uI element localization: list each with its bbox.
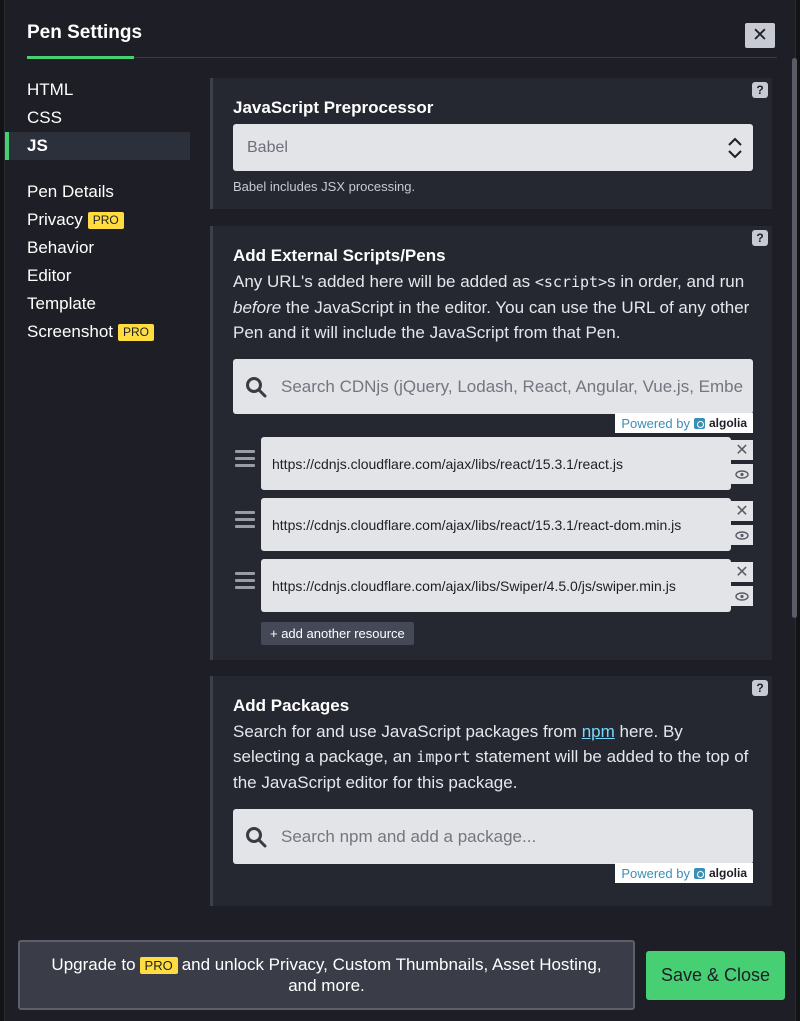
npm-search: Powered by algolia	[233, 809, 753, 883]
resource-row: ✕	[213, 559, 753, 612]
help-icon[interactable]: ?	[752, 82, 768, 98]
cdnjs-search: Powered by algolia	[233, 359, 753, 433]
pro-badge: PRO	[87, 211, 124, 229]
settings-content: ? JavaScript Preprocessor Babel Babel in…	[210, 78, 778, 918]
header-divider	[134, 57, 777, 58]
close-icon: ✕	[752, 25, 768, 46]
pro-badge: PRO	[118, 323, 155, 341]
eye-icon	[735, 469, 749, 479]
drag-handle-icon[interactable]	[235, 511, 255, 529]
close-button[interactable]: ✕	[745, 23, 775, 48]
resource-url-input[interactable]	[261, 498, 731, 551]
modal-header: Pen Settings ✕	[5, 0, 797, 62]
upgrade-text: Upgrade to PRO and unlock Privacy, Custom …	[51, 955, 602, 995]
algolia-icon	[693, 867, 705, 879]
remove-resource-button[interactable]: ✕	[731, 501, 753, 521]
search-icon	[246, 827, 267, 848]
sidebar-item-js[interactable]: JS	[5, 132, 190, 160]
powered-by-algolia[interactable]: Powered by algolia	[615, 413, 753, 433]
sidebar-item-label: HTML	[27, 80, 74, 99]
sidebar-item-html[interactable]: HTML	[5, 76, 190, 104]
settings-sidebar: HTML CSS JS Pen Details Privacy PRO Beha…	[5, 76, 190, 346]
search-icon	[246, 377, 267, 398]
help-icon[interactable]: ?	[752, 230, 768, 246]
view-resource-button[interactable]	[731, 525, 753, 545]
sidebar-item-label: Screenshot	[27, 322, 113, 341]
preprocessor-title: JavaScript Preprocessor	[233, 98, 434, 117]
external-scripts-title: Add External Scripts/Pens	[233, 246, 446, 265]
pen-settings-modal: Pen Settings ✕ HTML CSS JS Pen Details P…	[4, 0, 797, 1021]
view-resource-button[interactable]	[731, 464, 753, 484]
remove-resource-button[interactable]: ✕	[731, 440, 753, 460]
remove-resource-button[interactable]: ✕	[731, 562, 753, 582]
view-resource-button[interactable]	[731, 586, 753, 606]
external-scripts-panel: ? Add External Scripts/Pens Any URL's ad…	[210, 226, 772, 660]
drag-handle-icon[interactable]	[235, 450, 255, 468]
npm-link[interactable]: npm	[582, 722, 615, 741]
sidebar-item-pen-details[interactable]: Pen Details	[5, 178, 190, 206]
sidebar-item-label: Privacy	[27, 210, 83, 229]
preprocessor-select[interactable]: Babel	[233, 124, 753, 171]
powered-by-algolia[interactable]: Powered by algolia	[615, 863, 753, 883]
eye-icon	[735, 530, 749, 540]
sidebar-item-css[interactable]: CSS	[5, 104, 190, 132]
upgrade-pro-button[interactable]: Upgrade to PRO and unlock Privacy, Custom …	[18, 940, 635, 1010]
sidebar-item-privacy[interactable]: Privacy PRO	[5, 206, 190, 234]
external-scripts-description: Any URL's added here will be added as <s…	[233, 272, 750, 342]
title-underline	[27, 56, 134, 59]
sidebar-item-label: JS	[27, 136, 48, 155]
select-arrows-icon	[728, 137, 742, 159]
drag-handle-icon[interactable]	[235, 572, 255, 590]
close-icon: ✕	[735, 503, 749, 520]
npm-search-input[interactable]	[281, 809, 743, 864]
sidebar-item-label: Template	[27, 294, 96, 313]
preprocessor-selected-value: Babel	[247, 138, 288, 156]
packages-description: Search for and use JavaScript packages f…	[233, 722, 749, 792]
resource-url-input[interactable]	[261, 437, 731, 490]
packages-panel: ? Add Packages Search for and use JavaSc…	[210, 676, 772, 906]
packages-title: Add Packages	[233, 696, 350, 715]
sidebar-item-label: CSS	[27, 108, 62, 127]
resource-url-input[interactable]	[261, 559, 731, 612]
help-icon[interactable]: ?	[752, 680, 768, 696]
eye-icon	[735, 591, 749, 601]
sidebar-item-template[interactable]: Template	[5, 290, 190, 318]
content-scrollbar[interactable]	[792, 58, 797, 618]
close-icon: ✕	[735, 442, 749, 459]
sidebar-item-behavior[interactable]: Behavior	[5, 234, 190, 262]
resource-row: ✕	[213, 498, 753, 551]
sidebar-item-screenshot[interactable]: Screenshot PRO	[5, 318, 190, 346]
preprocessor-hint: Babel includes JSX processing.	[233, 179, 416, 194]
sidebar-item-label: Behavior	[27, 238, 95, 257]
cdnjs-search-input[interactable]	[281, 359, 743, 414]
add-resource-button[interactable]: + add another resource	[261, 622, 414, 645]
close-icon: ✕	[735, 564, 749, 581]
algolia-icon	[693, 417, 705, 429]
sidebar-item-label: Pen Details	[27, 182, 114, 201]
save-close-button[interactable]: Save & Close	[646, 951, 785, 1000]
preprocessor-panel: ? JavaScript Preprocessor Babel Babel in…	[210, 78, 772, 209]
modal-title: Pen Settings	[27, 22, 143, 43]
pro-badge: PRO	[139, 957, 178, 974]
resource-row: ✕	[213, 437, 753, 490]
sidebar-item-label: Editor	[27, 266, 72, 285]
sidebar-item-editor[interactable]: Editor	[5, 262, 190, 290]
